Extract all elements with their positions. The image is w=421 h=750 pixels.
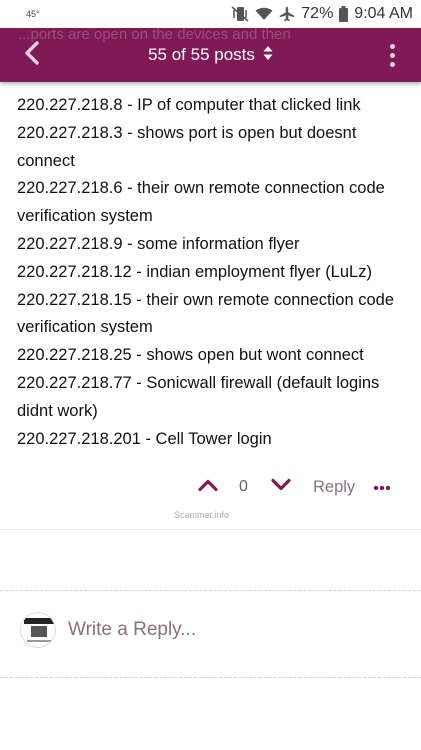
reply-composer[interactable]: Write a Reply... xyxy=(20,612,196,648)
chevron-left-icon xyxy=(24,40,40,70)
airplane-mode-icon xyxy=(279,6,295,22)
reply-button[interactable]: Reply xyxy=(313,472,355,502)
chevron-up-icon xyxy=(198,478,218,497)
battery-icon xyxy=(339,6,349,22)
chevron-down-icon xyxy=(271,478,291,497)
post-actions: 0 Reply xyxy=(0,472,421,502)
weather-temperature: 45° xyxy=(26,9,40,19)
post-line: 220.227.218.25 - shows open but wont con… xyxy=(17,346,364,365)
status-bar: 45° 72% 9:04 AM xyxy=(0,0,421,28)
more-horizontal-icon xyxy=(373,478,391,496)
vote-count: 0 xyxy=(239,478,248,495)
post-body: 220.227.218.8 - IP of computer that clic… xyxy=(17,92,412,453)
post-line: 220.227.218.8 - IP of computer that clic… xyxy=(17,96,361,114)
composer-divider-top xyxy=(0,590,421,591)
topic-menu-button[interactable] xyxy=(385,41,399,69)
downvote-button[interactable] xyxy=(271,472,291,502)
post-counter-label: 55 of 55 posts xyxy=(148,45,255,64)
post-divider xyxy=(0,529,421,530)
more-actions-button[interactable] xyxy=(373,472,391,502)
post-line: 220.227.218.12 - indian employment flyer… xyxy=(17,262,372,281)
post-line: 220.227.218.3 - shows port is open but d… xyxy=(17,123,357,170)
sort-updown-icon xyxy=(263,45,273,66)
composer-divider-bottom xyxy=(0,677,421,678)
more-vertical-icon xyxy=(389,43,395,49)
post-line: 220.227.218.15 - their own remote connec… xyxy=(17,290,395,337)
avatar xyxy=(20,612,56,648)
write-reply-input[interactable]: Write a Reply... xyxy=(68,619,196,641)
upvote-button[interactable] xyxy=(198,472,218,502)
wifi-icon xyxy=(255,7,273,21)
battery-percentage: 72% xyxy=(301,5,334,22)
vibrate-mute-icon xyxy=(231,6,249,22)
watermark-text: Scammer.info xyxy=(174,510,230,520)
topic-header-bar: ...ports are open on the devices and the… xyxy=(0,26,421,82)
post-line: 220.227.218.201 - Cell Tower login xyxy=(17,429,272,448)
clock: 9:04 AM xyxy=(354,5,413,22)
post-line: 220.227.218.6 - their own remote connect… xyxy=(17,179,385,226)
post-progress-button[interactable]: 55 of 55 posts xyxy=(148,45,273,66)
post-line: 220.227.218.77 - Sonicwall firewall (def… xyxy=(17,373,380,420)
topic-title-faded: ...ports are open on the devices and the… xyxy=(18,26,291,43)
back-button[interactable] xyxy=(20,40,44,70)
post-line: 220.227.218.9 - some information flyer xyxy=(17,234,300,253)
